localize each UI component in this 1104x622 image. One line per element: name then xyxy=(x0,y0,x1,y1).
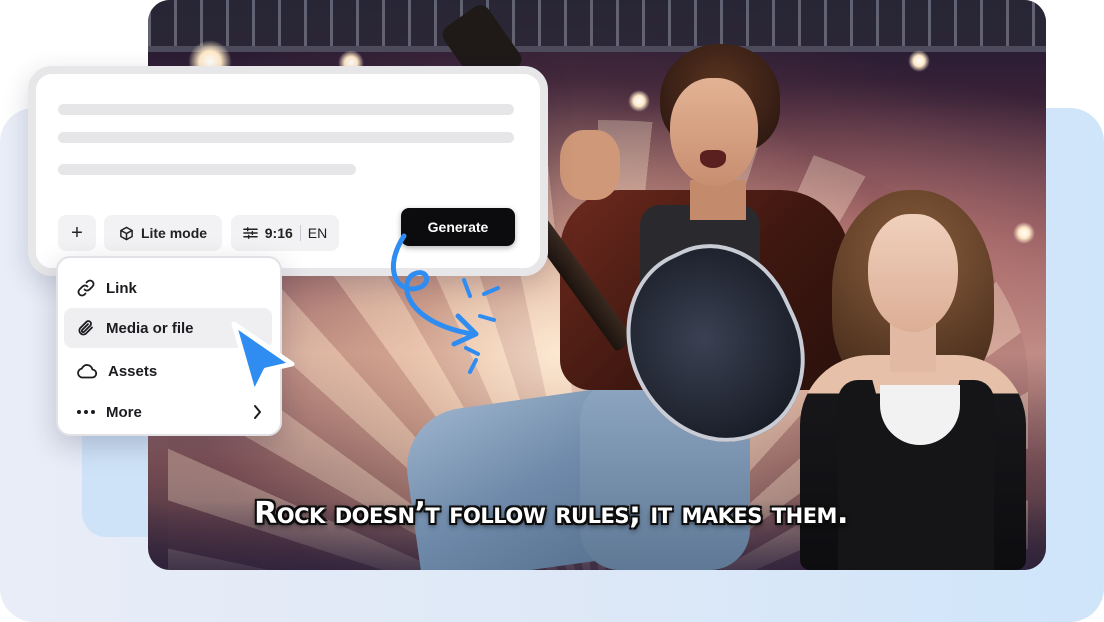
curly-arrow-icon xyxy=(391,233,500,374)
woman-face xyxy=(868,214,958,332)
placeholder-line xyxy=(58,164,356,175)
placeholder-line xyxy=(58,104,514,115)
menu-item-link[interactable]: Link xyxy=(64,268,272,308)
aspect-ratio-value: 9:16 xyxy=(264,225,293,241)
prompt-input[interactable] xyxy=(50,96,520,196)
cube-icon xyxy=(120,226,133,240)
language-value: EN xyxy=(307,225,328,241)
menu-item-label: More xyxy=(106,403,142,421)
lite-mode-button[interactable]: Lite mode xyxy=(104,215,222,251)
lite-mode-label: Lite mode xyxy=(140,225,208,241)
placeholder-line xyxy=(58,132,514,143)
cloud-icon xyxy=(77,364,98,379)
menu-item-label: Assets xyxy=(108,362,158,380)
settings-divider xyxy=(299,225,301,241)
link-icon xyxy=(77,279,95,297)
plus-icon: + xyxy=(71,221,83,244)
sliders-icon xyxy=(242,227,258,239)
menu-item-label: Link xyxy=(106,279,137,297)
rocker-hand xyxy=(560,130,620,200)
menu-item-label: Media or file xyxy=(106,319,194,337)
chevron-right-icon xyxy=(254,405,261,419)
rocker-mouth xyxy=(700,150,726,168)
more-dots-icon xyxy=(77,410,95,414)
settings-button[interactable]: 9:16 EN xyxy=(231,215,339,251)
video-caption: Rock doesn’t follow rules; it makes them… xyxy=(254,496,848,531)
mouse-cursor-icon xyxy=(231,321,295,397)
add-button[interactable]: + xyxy=(58,215,96,251)
paperclip-icon xyxy=(78,320,93,336)
rocker-neck xyxy=(690,180,746,220)
rocker-face xyxy=(670,78,758,186)
